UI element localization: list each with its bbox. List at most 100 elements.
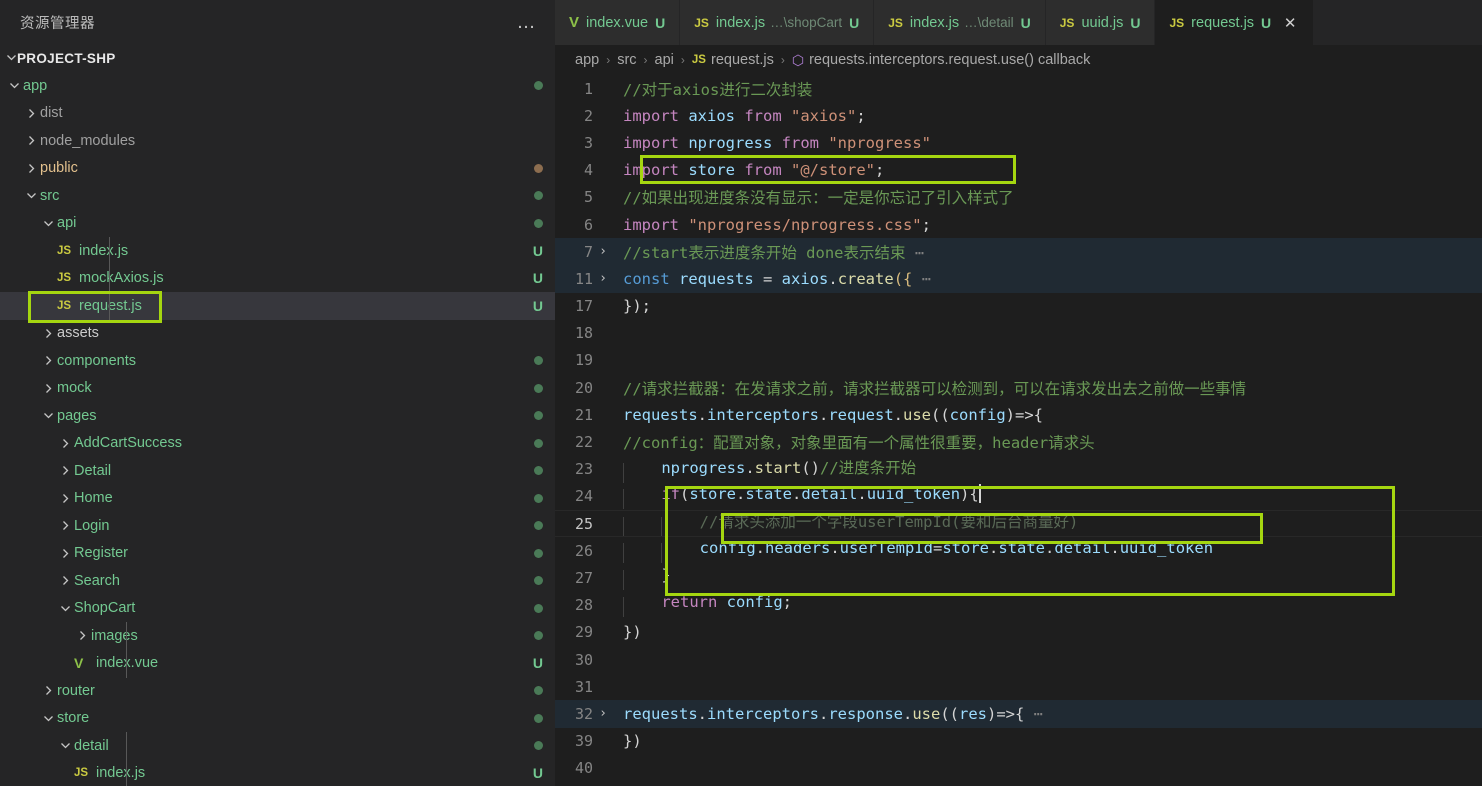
git-status-dot [534, 603, 543, 613]
tree-item-detail[interactable]: Detail [0, 457, 555, 485]
chevron-right-icon[interactable] [40, 383, 57, 394]
fold-chevron-icon[interactable]: › [593, 244, 613, 259]
tree-item-assets[interactable]: assets [0, 320, 555, 348]
tree-item-images[interactable]: images [0, 622, 555, 650]
code-line-30[interactable]: 30 [555, 646, 1482, 673]
js-file-icon: JS [1059, 15, 1075, 30]
chevron-right-icon[interactable] [57, 465, 74, 476]
code-line-21[interactable]: 21 requests.interceptors.request.use((con… [555, 401, 1482, 428]
code-line-25[interactable]: 25 //请求头添加一个字段userTempId(要和后台商量好) [555, 510, 1482, 538]
tree-item-api[interactable]: api [0, 210, 555, 238]
tree-item-search[interactable]: Search [0, 567, 555, 595]
chevron-right-icon[interactable] [57, 438, 74, 449]
code-token: ; [782, 593, 792, 612]
tree-item-label: api [57, 215, 77, 232]
fold-chevron-icon[interactable]: › [593, 706, 613, 721]
tree-item-index-js[interactable]: JS index.js U [0, 760, 555, 786]
code-token: //config：配置对象，对象里面有一个属性很重要，header请求头 [623, 434, 1095, 453]
chevron-right-icon[interactable] [40, 355, 57, 366]
editor-tab-uuid-js[interactable]: JS uuid.js U [1045, 0, 1156, 45]
editor-tab-request-js[interactable]: JS request.js U ✕ [1155, 0, 1315, 45]
tree-item-request-js[interactable]: JS request.js U [0, 292, 555, 320]
tree-item-mockaxios-js[interactable]: JS mockAxios.js U [0, 265, 555, 293]
chevron-down-icon[interactable] [6, 51, 17, 66]
chevron-down-icon[interactable] [57, 603, 74, 614]
editor-tab-index-js-detail[interactable]: JS index.js …\detail U [874, 0, 1046, 45]
code-line-4[interactable]: 4 import store from "@/store"; [555, 157, 1482, 184]
code-line-23[interactable]: 23 nprogress.start()//进度条开始 [555, 456, 1482, 483]
tree-item-login[interactable]: Login [0, 512, 555, 540]
chevron-down-icon[interactable] [6, 80, 23, 91]
tree-item-components[interactable]: components [0, 347, 555, 375]
chevron-right-icon[interactable] [23, 163, 40, 174]
code-line-40[interactable]: 40 [555, 755, 1482, 782]
tree-item-detail[interactable]: detail [0, 732, 555, 760]
code-line-18[interactable]: 18 [555, 320, 1482, 347]
code-line-11[interactable]: 11 › const requests = axios.create({ ⋯ [555, 265, 1482, 293]
fold-chevron-icon[interactable]: › [593, 271, 613, 286]
tree-item-mock[interactable]: mock [0, 375, 555, 403]
code-line-27[interactable]: 27 } [555, 564, 1482, 591]
chevron-right-icon[interactable] [57, 548, 74, 559]
chevron-right-icon[interactable] [40, 685, 57, 696]
git-status-dot [534, 383, 543, 393]
chevron-down-icon[interactable] [40, 410, 57, 421]
code-line-32[interactable]: 32 › requests.interceptors.response.use((r… [555, 700, 1482, 728]
tree-item-index-js[interactable]: JS index.js U [0, 237, 555, 265]
code-editor[interactable]: 1 //对于axios进行二次封装 2 import axios from "axio… [555, 75, 1482, 786]
tree-item-src[interactable]: src [0, 182, 555, 210]
tree-item-addcartsuccess[interactable]: AddCartSuccess [0, 430, 555, 458]
chevron-down-icon[interactable] [40, 713, 57, 724]
tree-item-index-vue[interactable]: Vindex.vue U [0, 650, 555, 678]
chevron-right-icon[interactable] [40, 328, 57, 339]
tree-item-register[interactable]: Register [0, 540, 555, 568]
tab-close-icon[interactable]: ✕ [1281, 14, 1299, 32]
code-line-2[interactable]: 2 import axios from "axios"; [555, 102, 1482, 129]
code-token: } [661, 565, 671, 584]
tree-item-dist[interactable]: dist [0, 100, 555, 128]
code-line-17[interactable]: 17}); [555, 293, 1482, 320]
chevron-down-icon[interactable] [57, 740, 74, 751]
code-line-5[interactable]: 5 //如果出现进度条没有显示：一定是你忘记了引入样式了 [555, 184, 1482, 211]
editor-tab-index-vue[interactable]: Vindex.vue U [555, 0, 681, 45]
chevron-right-icon[interactable] [57, 493, 74, 504]
tree-item-shopcart[interactable]: ShopCart [0, 595, 555, 623]
breadcrumb-symbol[interactable]: requests.interceptors.request.use() call… [809, 52, 1090, 68]
chevron-right-icon[interactable] [57, 520, 74, 531]
code-line-3[interactable]: 3 import nprogress from "nprogress" [555, 129, 1482, 156]
breadcrumb-part[interactable]: src [617, 52, 636, 68]
code-line-20[interactable]: 20 //请求拦截器：在发请求之前，请求拦截器可以检测到，可以在请求发出去之前做一… [555, 374, 1482, 401]
explorer-more-actions-icon[interactable]: … [513, 11, 541, 35]
chevron-down-icon[interactable] [23, 190, 40, 201]
code-line-22[interactable]: 22 //config：配置对象，对象里面有一个属性很重要，header请求头 [555, 428, 1482, 455]
code-line-28[interactable]: 28 return config; [555, 592, 1482, 619]
tab-git-badge: U [1261, 14, 1272, 31]
breadcrumb-part[interactable]: app [575, 52, 599, 68]
chevron-right-icon[interactable] [23, 108, 40, 119]
tree-item-public[interactable]: public [0, 155, 555, 183]
tree-item-app[interactable]: app [0, 72, 555, 100]
code-line-7[interactable]: 7 ›//start表示进度条开始 done表示结束 ⋯ [555, 238, 1482, 266]
code-token: "nprogress/nprogress.css" [688, 215, 922, 234]
code-line-31[interactable]: 31 [555, 673, 1482, 700]
code-line-24[interactable]: 24 if(store.state.detail.uuid_token){ [555, 483, 1482, 510]
workspace-root-row[interactable]: PROJECT-SHP [0, 45, 555, 72]
tree-item-node-modules[interactable]: node_modules [0, 127, 555, 155]
code-line-19[interactable]: 19 [555, 347, 1482, 374]
chevron-right-icon[interactable] [23, 135, 40, 146]
chevron-right-icon[interactable] [74, 630, 91, 641]
breadcrumb-part[interactable]: api [655, 52, 674, 68]
code-line-26[interactable]: 26 config.headers.userTempId=store.state… [555, 537, 1482, 564]
code-line-1[interactable]: 1 //对于axios进行二次封装 [555, 75, 1482, 102]
chevron-right-icon[interactable] [57, 575, 74, 586]
chevron-down-icon[interactable] [40, 218, 57, 229]
breadcrumb-file[interactable]: request.js [711, 52, 774, 68]
editor-tab-index-js-shopCart[interactable]: JS index.js …\shopCart U [680, 0, 875, 45]
code-line-39[interactable]: 39}) [555, 728, 1482, 755]
tree-item-store[interactable]: store [0, 705, 555, 733]
tree-item-home[interactable]: Home [0, 485, 555, 513]
code-line-6[interactable]: 6 import "nprogress/nprogress.css"; [555, 211, 1482, 238]
code-line-29[interactable]: 29}) [555, 619, 1482, 646]
tree-item-router[interactable]: router [0, 677, 555, 705]
tree-item-pages[interactable]: pages [0, 402, 555, 430]
